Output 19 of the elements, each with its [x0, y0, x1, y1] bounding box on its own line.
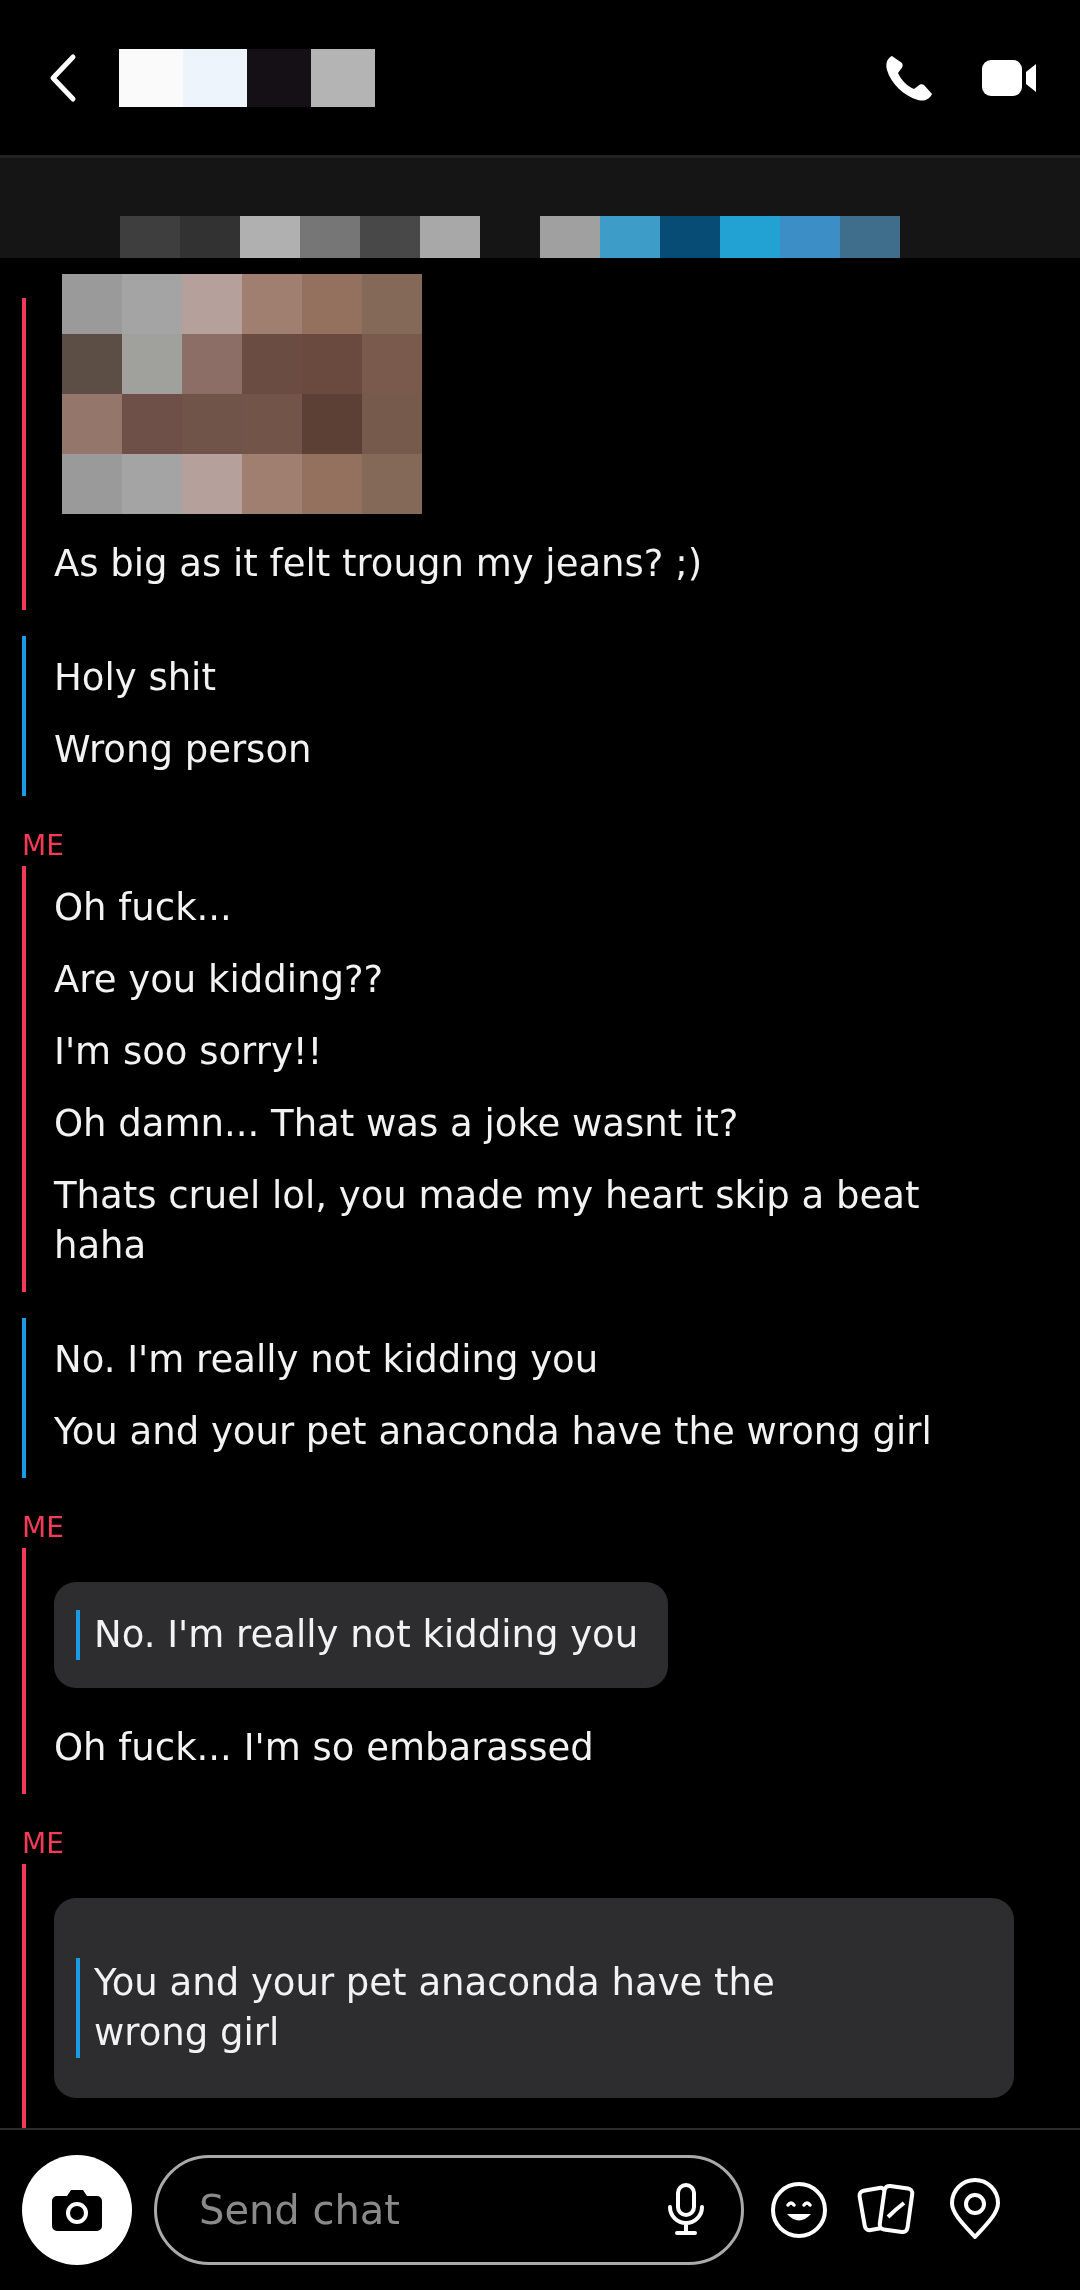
quoted-message[interactable]: You and your pet anaconda have the wrong girl [54, 1898, 1014, 2098]
chat-input-field[interactable]: Send chat [154, 2155, 744, 2265]
camera-icon [51, 2188, 103, 2232]
chat-message: As big as it felt trougn my jeans? ;) [54, 541, 704, 587]
chat-message: You and your pet anaconda have the wrong girl [54, 1409, 933, 1455]
chat-message: Oh damn... That was a joke wasnt it? [54, 1101, 740, 1147]
sender-label: ME [22, 1827, 64, 1860]
chat-input-field[interactable]: Send chat [197, 2186, 653, 2234]
quoted-message[interactable]: No. I'm really not kidding you [54, 1582, 669, 1688]
chat-message: Oh fuck... I'm so embarassed [54, 1725, 595, 1771]
sender-label: ME [22, 1511, 64, 1544]
chat-message: Wrong person [54, 727, 313, 773]
chat-message: Are you kidding?? [54, 957, 385, 1003]
chat-message: Thats cruel lol, you made my heart skip a beat haha [54, 1173, 921, 1269]
chat-message: Oh fuck... [54, 885, 233, 931]
chat-message: No. I'm really not kidding you [54, 1337, 600, 1383]
chat-message: Holy shit [54, 655, 217, 701]
sender-label: ME [22, 829, 64, 862]
chat-message: I'm soo sorry!! [54, 1029, 324, 1075]
